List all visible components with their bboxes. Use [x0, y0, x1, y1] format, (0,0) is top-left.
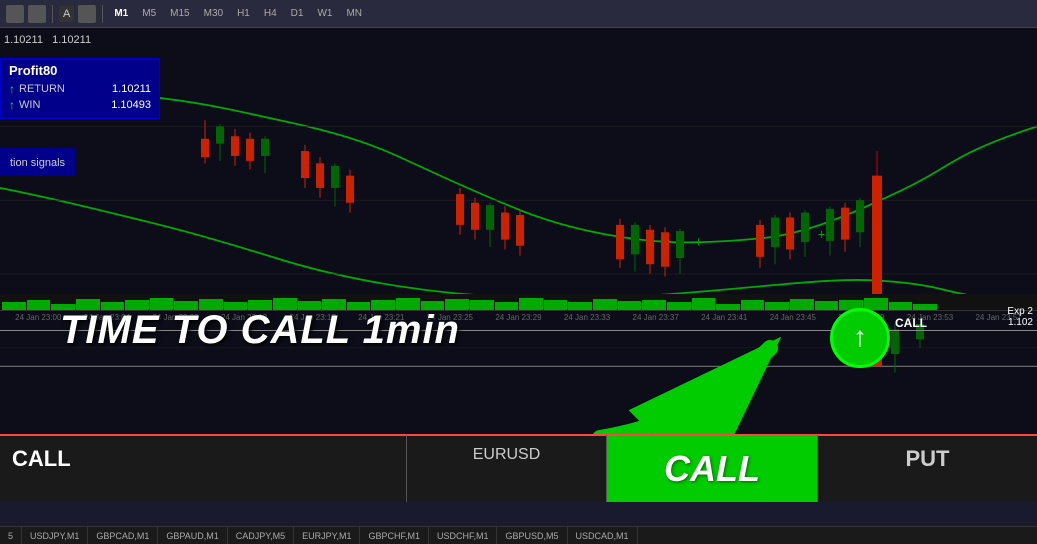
timeframe-d1[interactable]: D1 — [286, 6, 309, 21]
timeframe-m15[interactable]: M15 — [165, 6, 194, 21]
price-label: 1.10211 1.10211 — [4, 34, 91, 46]
info-box: Profit80 ↑ RETURN 1.10211 ↑ WIN 1.10493 — [0, 58, 160, 119]
crosshair-icon[interactable] — [28, 5, 46, 23]
timeframe-mn[interactable]: MN — [341, 6, 367, 21]
return-label: RETURN — [19, 83, 65, 95]
signal-circle: ↑ — [830, 308, 890, 368]
bottom-put-section: PUT — [817, 434, 1037, 502]
sym-tab-eurjpy[interactable]: EURJPY,M1 — [294, 527, 360, 544]
sym-tab-gbpusd[interactable]: GBPUSD,M5 — [497, 527, 567, 544]
bottom-signal-bar: CALL EURUSD CALL PUT — [0, 434, 1037, 502]
signals-label: tion signals — [10, 157, 65, 169]
time-to-call-text: TIME TO CALL 1min — [60, 308, 460, 353]
toolbar-separator-2 — [102, 5, 103, 23]
return-value: 1.10211 — [112, 83, 151, 95]
timeframe-m1[interactable]: M1 — [109, 6, 133, 21]
put-label: PUT — [906, 446, 950, 472]
sym-tab-gbpcad[interactable]: GBPCAD,M1 — [88, 527, 158, 544]
sym-tab-5[interactable]: 5 — [0, 527, 22, 544]
symbol-tabs: 5 USDJPY,M1 GBPCAD,M1 GBPAUD,M1 CADJPY,M… — [0, 526, 1037, 544]
bottom-call-section: CALL — [0, 434, 407, 502]
win-value: 1.10493 — [111, 99, 151, 111]
cursor-icon[interactable] — [6, 5, 24, 23]
sym-tab-gbpaud[interactable]: GBPAUD,M1 — [158, 527, 227, 544]
chart-area: 1.10211 1.10211 — [0, 28, 1037, 434]
timeframe-m30[interactable]: M30 — [199, 6, 228, 21]
green-call-label: CALL — [664, 448, 760, 490]
timeframe-h1[interactable]: H1 — [232, 6, 255, 21]
sym-tab-usdchf[interactable]: USDCHF,M1 — [429, 527, 498, 544]
bottom-call-label: CALL — [12, 446, 71, 472]
signals-box: tion signals — [0, 148, 75, 176]
text-tool[interactable]: A — [59, 6, 74, 22]
up-arrow-icon: ↑ — [853, 323, 867, 351]
time-label: 24 Jan 23:41 — [690, 313, 759, 322]
sym-tab-gbpchf[interactable]: GBPCHF,M1 — [360, 527, 429, 544]
win-arrow-icon: ↑ — [9, 98, 15, 112]
timeframe-m5[interactable]: M5 — [137, 6, 161, 21]
sym-tab-usdcad[interactable]: USDCAD,M1 — [568, 527, 638, 544]
return-arrow-icon: ↑ — [9, 82, 15, 96]
time-label: 24 Jan 23:29 — [484, 313, 553, 322]
call-chart-label: CALL — [895, 316, 927, 330]
win-label: WIN — [19, 99, 40, 111]
sym-tab-cadjpy[interactable]: CADJPY,M5 — [228, 527, 294, 544]
time-label: 24 Jan 23:33 — [553, 313, 622, 322]
bottom-eurusd-section: EURUSD — [407, 434, 607, 502]
svg-text:+: + — [695, 234, 702, 250]
info-title: Profit80 — [9, 63, 151, 78]
marker-icon[interactable] — [78, 5, 96, 23]
exp-label: Exp 2 1.102 — [1007, 306, 1033, 328]
toolbar: A M1 M5 M15 M30 H1 H4 D1 W1 MN — [0, 0, 1037, 28]
eurusd-label: EURUSD — [473, 446, 541, 464]
time-label: 24 Jan 23:37 — [621, 313, 690, 322]
timeframe-h4[interactable]: H4 — [259, 6, 282, 21]
timeframe-w1[interactable]: W1 — [312, 6, 337, 21]
bottom-green-call-button[interactable]: CALL — [607, 434, 817, 502]
toolbar-separator — [52, 5, 53, 23]
sym-tab-usdjpy[interactable]: USDJPY,M1 — [22, 527, 88, 544]
svg-text:+: + — [818, 226, 825, 242]
time-label: 24 Jan 23:45 — [759, 313, 828, 322]
green-arrow — [580, 328, 800, 434]
